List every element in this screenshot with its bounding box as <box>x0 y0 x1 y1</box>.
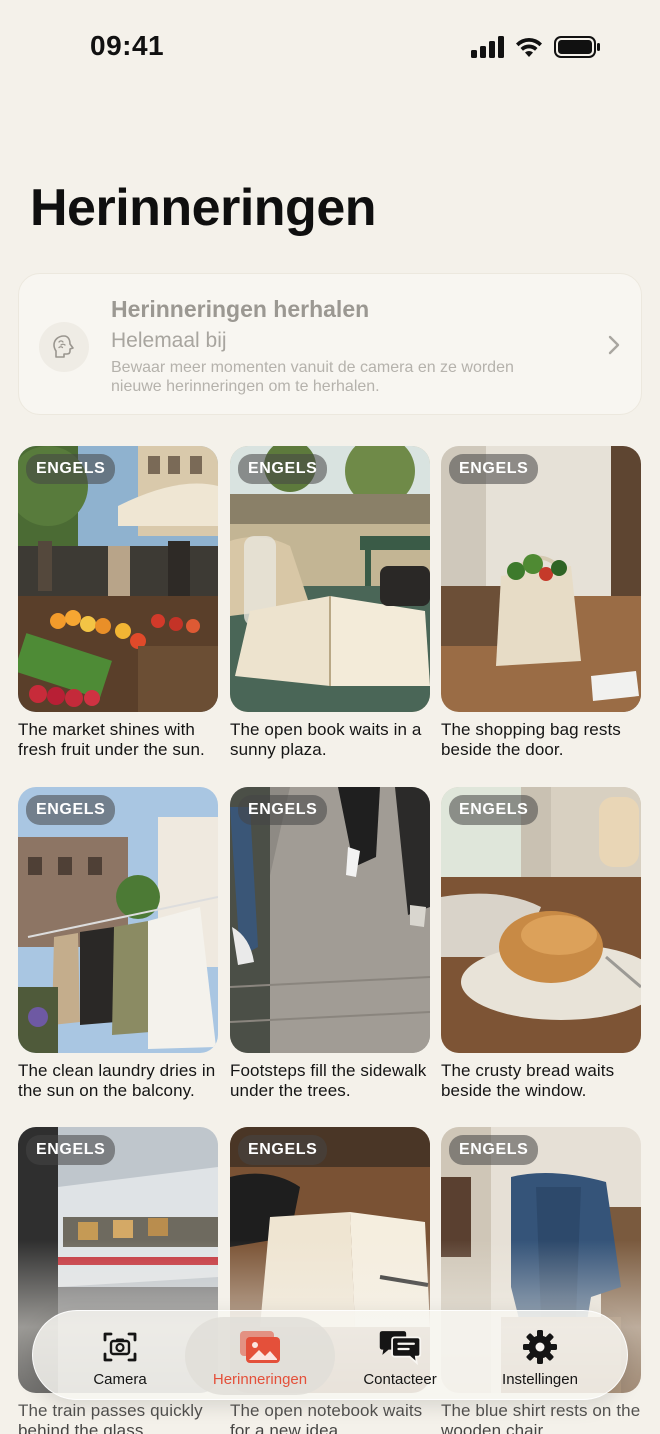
status-time: 09:41 <box>90 30 165 61</box>
tab-label: Herinneringen <box>212 1371 308 1388</box>
gear-icon <box>518 1327 562 1367</box>
language-badge: ENGELS <box>449 1135 539 1165</box>
tab-label: Camera <box>93 1371 147 1388</box>
tab-camera[interactable]: Camera <box>45 1317 195 1395</box>
memory-caption: Footsteps fill the sidewalk under the tr… <box>230 1061 427 1100</box>
memory-caption: The clean laundry dries in the sun on th… <box>18 1061 216 1100</box>
battery-icon <box>554 36 600 58</box>
language-badge: ENGELS <box>26 795 116 825</box>
wifi-icon <box>516 37 542 57</box>
memory-caption: The crusty bread waits beside the window… <box>441 1061 615 1100</box>
memory-caption: The shopping bag rests beside the door. <box>441 720 621 759</box>
photos-icon <box>238 1327 282 1367</box>
memory-caption: The open notebook waits for a new idea. <box>230 1401 423 1434</box>
shopping-bag-image <box>441 446 641 712</box>
review-memories-card[interactable]: Herinneringen herhalen Helemaal bij Bewa… <box>18 273 642 415</box>
tab-contacteer[interactable]: Contacteer <box>325 1317 475 1395</box>
language-badge: ENGELS <box>238 1135 328 1165</box>
book-in-plaza-image <box>230 446 430 712</box>
market-stall-image <box>18 446 218 712</box>
tab-bar: Camera Herinneringen Contacteer Instelli… <box>32 1310 628 1400</box>
tab-herinneringen[interactable]: Herinneringen <box>185 1317 335 1395</box>
chat-bubbles-icon <box>378 1327 422 1367</box>
review-card-title: Herinneringen herhalen <box>111 296 370 322</box>
camera-icon <box>98 1327 142 1367</box>
signal-icon <box>471 36 504 58</box>
brain-icon <box>39 322 89 372</box>
status-bar: 09:41 <box>0 0 660 100</box>
review-card-description: Bewaar meer momenten vanuit de camera en… <box>111 359 514 395</box>
page-title: Herinneringen <box>30 179 377 237</box>
memory-caption: The train passes quickly behind the glas… <box>18 1401 203 1434</box>
memory-caption: The market shines with fresh fruit under… <box>18 720 205 759</box>
memory-caption: The blue shirt rests on the wooden chair… <box>441 1401 641 1434</box>
status-icons <box>470 36 600 58</box>
sidewalk-image <box>230 787 430 1053</box>
bread-image <box>441 787 641 1053</box>
review-card-subtitle: Helemaal bij <box>111 329 227 352</box>
tab-instellingen[interactable]: Instellingen <box>465 1317 615 1395</box>
memory-caption: The open book waits in a sunny plaza. <box>230 720 422 759</box>
tab-label: Contacteer <box>363 1371 437 1388</box>
language-badge: ENGELS <box>26 1135 116 1165</box>
tab-label: Instellingen <box>502 1371 578 1388</box>
language-badge: ENGELS <box>238 795 328 825</box>
laundry-image <box>18 787 218 1053</box>
language-badge: ENGELS <box>449 795 539 825</box>
language-badge: ENGELS <box>238 454 328 484</box>
language-badge: ENGELS <box>26 454 116 484</box>
language-badge: ENGELS <box>449 454 539 484</box>
chevron-right-icon <box>608 335 620 355</box>
